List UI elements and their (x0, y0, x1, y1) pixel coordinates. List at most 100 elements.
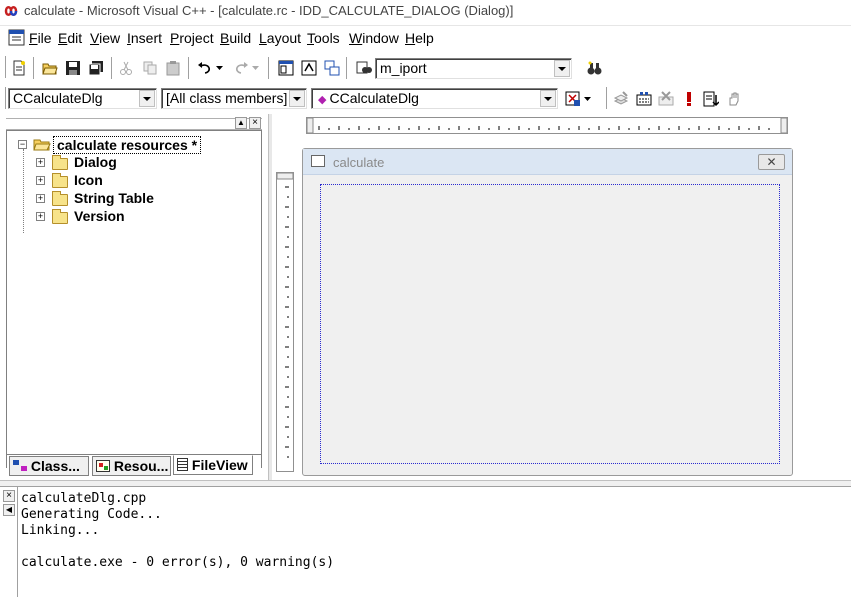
filter-combo-dropdown[interactable] (289, 90, 305, 107)
panel-grip[interactable] (6, 118, 262, 130)
breakpoint-button[interactable] (723, 88, 745, 110)
menu-insert[interactable]: Insert (127, 30, 162, 46)
save-all-button[interactable] (85, 57, 107, 79)
go-button[interactable] (700, 88, 722, 110)
menu-layout[interactable]: Layout (259, 30, 301, 46)
designed-dialog[interactable]: calculate ✕ (302, 148, 793, 476)
menu-edit-key: E (58, 30, 68, 46)
folder-icon (52, 173, 68, 188)
document-window-icon[interactable] (8, 29, 26, 47)
clipboard-icon (166, 61, 180, 76)
menu-build[interactable]: Build (220, 30, 251, 46)
maximize-icon: ▲ (237, 118, 245, 127)
execute-button[interactable] (678, 88, 700, 110)
output-line: calculateDlg.cpp (21, 491, 147, 506)
filter-combo[interactable]: [All class members] (161, 88, 307, 109)
workspace-button[interactable] (275, 57, 297, 79)
tab-resourceview[interactable]: Resou... (92, 456, 171, 476)
vertical-splitter[interactable] (268, 114, 272, 480)
undo-button[interactable] (194, 57, 216, 79)
compile-button[interactable] (610, 88, 632, 110)
open-folder-icon (42, 63, 58, 75)
tree-node-dialog[interactable]: Dialog (74, 154, 117, 172)
new-text-file-button[interactable] (8, 57, 30, 79)
redo-button[interactable] (230, 57, 252, 79)
tab-fileview[interactable]: FileView (173, 455, 253, 475)
menu-edit-rest: dit (67, 30, 83, 46)
tree-collapse-root[interactable]: − (18, 140, 27, 149)
tab-classview[interactable]: Class... (9, 456, 89, 476)
menu-view-key: V (90, 30, 100, 46)
member-combo-dropdown[interactable] (540, 90, 556, 107)
tree-root-label[interactable]: calculate resources * (53, 136, 202, 154)
tree-expand-dialog[interactable]: + (36, 158, 45, 167)
menu-window[interactable]: Window (349, 30, 399, 46)
maximize-icon: ◀ (5, 505, 13, 514)
dialog-window-icon (311, 155, 325, 167)
menu-edit[interactable]: Edit (58, 30, 82, 46)
tree-expand-version[interactable]: + (36, 212, 45, 221)
menu-tools[interactable]: Tools (307, 30, 340, 46)
tree-expand-icon[interactable]: + (36, 176, 45, 185)
window-list-button[interactable] (321, 57, 343, 79)
stop-build-icon (658, 91, 674, 106)
dialog-client-area[interactable] (320, 184, 780, 464)
panel-maximize-button[interactable]: ▲ (235, 117, 247, 129)
wizard-action-dropdown[interactable] (582, 88, 594, 110)
cut-button[interactable] (115, 57, 137, 79)
member-combo[interactable]: ◆ CCalculateDlg (311, 88, 558, 109)
find-combo-dropdown[interactable] (554, 60, 570, 77)
menu-file-key: F (29, 30, 38, 46)
output-panel: × ◀ calculateDlg.cpp Generating Code... … (0, 486, 851, 597)
class-combo[interactable]: CCalculateDlg (8, 88, 157, 109)
ruler-ticks-h (306, 117, 788, 134)
folder-icon (52, 209, 68, 224)
find-button[interactable] (583, 57, 605, 79)
toolbar-grip[interactable] (2, 87, 6, 109)
output-button[interactable] (298, 57, 320, 79)
class-view-icon (13, 460, 27, 472)
tree-node-version[interactable]: Version (74, 208, 125, 226)
redo-dropdown[interactable] (250, 57, 262, 79)
output-border (17, 487, 18, 597)
wizard-action-button[interactable] (562, 88, 584, 110)
class-combo-value: CCalculateDlg (13, 90, 103, 106)
paste-button[interactable] (162, 57, 184, 79)
member-combo-value: CCalculateDlg (329, 90, 419, 106)
tree-node-icon[interactable]: Icon (74, 172, 103, 190)
tree-expand-string-table[interactable]: + (36, 194, 45, 203)
title-bar: calculate - Microsoft Visual C++ - [calc… (0, 0, 851, 22)
file-view-icon (177, 458, 188, 471)
toolbar-grip[interactable] (603, 87, 607, 109)
dialog-title-bar[interactable]: calculate ✕ (303, 149, 792, 175)
build-button[interactable] (633, 88, 655, 110)
panel-close-button[interactable]: × (249, 117, 261, 129)
tree-node-string-table[interactable]: String Table (74, 190, 154, 208)
go-debug-icon (703, 91, 719, 107)
menu-project[interactable]: Project (170, 30, 214, 46)
dialog-close-button[interactable]: ✕ (758, 154, 785, 170)
build-icon (636, 92, 652, 106)
chevron-down-icon (584, 97, 591, 101)
find-combo[interactable]: m_iport (375, 58, 572, 79)
hand-icon (729, 92, 739, 106)
toolbar-grip[interactable] (2, 56, 6, 78)
menu-insert-rest: nsert (130, 30, 163, 46)
menu-view[interactable]: View (90, 30, 120, 46)
save-button[interactable] (62, 57, 84, 79)
open-button[interactable] (39, 57, 61, 79)
menu-build-rest: uild (229, 30, 252, 46)
output-maximize-button[interactable]: ◀ (3, 504, 15, 516)
copy-button[interactable] (139, 57, 161, 79)
menu-file[interactable]: File (29, 30, 52, 46)
stop-build-button[interactable] (655, 88, 677, 110)
tree-line (23, 149, 24, 233)
toolbar-separator (111, 57, 113, 79)
output-close-button[interactable]: × (3, 490, 15, 502)
find-in-files-button[interactable] (353, 57, 375, 79)
undo-dropdown[interactable] (214, 57, 226, 79)
class-combo-dropdown[interactable] (139, 90, 155, 107)
menu-project-rest: roject (179, 30, 214, 46)
menu-tools-key: T (307, 30, 314, 46)
menu-help[interactable]: Help (405, 30, 434, 46)
